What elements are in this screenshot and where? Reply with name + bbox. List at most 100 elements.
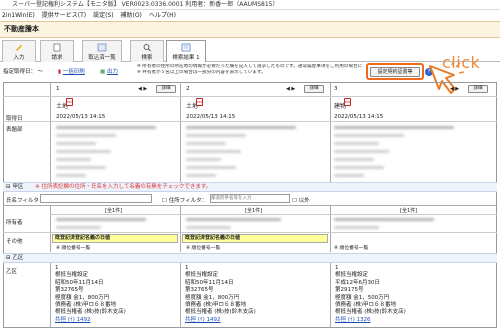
exclude-option[interactable]: ☐ 以外 [292,196,310,204]
tab-search[interactable]: 検索 [130,40,164,62]
acquired-date: 2022/05/13 14:15 [56,114,106,120]
tab-label: 検索 [141,55,153,61]
divider [50,214,497,215]
name-filter-input[interactable] [40,194,152,203]
print-icon: ▮ [58,69,62,75]
page-title: 不動産謄本 [0,21,500,38]
redacted-block [56,218,171,229]
tab-label: 取込済一覧 [88,55,116,61]
joint-collateral-link[interactable]: 共担 (ｲ) 1492 [185,317,256,324]
list-icon [97,43,107,52]
menu-item-assist[interactable]: 補助(O) [120,12,141,19]
detail-button[interactable]: 詳細 [156,85,176,93]
registration-row: 既登記済登記名義の日値 [52,234,178,243]
menu-item-help[interactable]: ヘルプ(H) [149,12,176,19]
bulk-print-link[interactable]: ▮ 一括印刷 [58,67,85,75]
date-filter: 指定取得日： 〜 [3,67,43,75]
toolbar-notes: ※ 所有者の住所の所在地の情報が必要だった欄を記入して請求したものです。通常履歴… [137,64,362,76]
tab-imported-list[interactable]: 取込済一覧 [82,40,122,62]
name-filter-label: 氏名フィルタ： [6,198,45,204]
detail-button[interactable]: 詳細 [304,85,324,93]
collapse-icon: ⊟ [6,255,11,261]
nav-arrows[interactable]: ◀ ▶ [450,86,459,92]
tab-request[interactable]: 請求 [40,40,74,62]
divider [3,96,497,97]
joint-collateral-link[interactable]: 共担 (ｲ) 1492 [55,317,126,324]
tab-search-results[interactable]: 検索結果 1 [166,40,206,62]
column-number: 1 [56,86,60,92]
nav-arrows[interactable]: ◀ ▶ [138,86,147,92]
exclude-checkbox[interactable]: ☐ [292,198,297,204]
divider [180,82,181,182]
date-label: 指定取得日： [3,69,37,75]
divider [50,82,51,182]
tab-strip [0,38,500,62]
nav-arrows[interactable]: ◀ ▶ [286,86,295,92]
tab-label: 入力 [13,55,25,61]
tab-label: 検索結果 1 [172,55,200,61]
redacted-block [186,126,316,177]
pdf-icon[interactable]: PDF [344,98,351,106]
registration-row: 既登記済登記名義の日値 [182,234,328,243]
pdf-icon[interactable]: PDF [196,98,203,106]
menu-item-services[interactable]: 提供サービス(T) [42,12,86,19]
address-filter-label: ☐ 住所フィルタ： [162,198,208,204]
filter-check[interactable]: ☐ [162,198,167,204]
divider [50,205,51,252]
redacted-block [186,218,316,229]
excel-icon: ▦ [100,69,106,75]
mortgage-entry: 1 根抵当権設定 平成12年6月30日 第29175号 極度額 金1，500万円… [335,265,406,324]
detail-button[interactable]: 詳細 [468,85,488,93]
menu-item-2in1win[interactable]: 2in1Win(E) [2,12,35,19]
export-link[interactable]: ▦ 出力 [100,67,118,75]
kouku-note: ※ 住所表記欄の住所・氏名を入力して名義の有無をチェックできます。 [35,184,212,190]
section-otsuku[interactable]: ⊟ 乙区 [3,253,497,263]
divider [330,205,331,252]
pdf-icon[interactable]: PDF [66,98,73,106]
acquired-date: 2022/05/13 14:15 [334,114,384,120]
collapse-icon: ⊟ [6,184,11,190]
share-count: [全1件] [400,208,418,214]
tab-input[interactable]: 入力 [2,40,36,62]
menu-item-settings[interactable]: 設定(S) [93,12,114,19]
otsu-label: 乙区 [6,269,18,275]
divider [180,263,181,328]
divider [330,263,331,328]
joint-collateral-link[interactable]: 共担 (ｲ) 1326 [335,317,406,324]
rank-list[interactable]: ※ 順位番号一覧 [186,244,220,251]
share-count: [全1件] [105,208,123,214]
divider [3,232,497,233]
rank-list[interactable]: ※ 順位番号一覧 [334,244,368,251]
menu-bar: 2in1Win(E) 提供サービス(T) 設定(S) 補助(O) ヘルプ(H) [0,10,500,21]
header-section-label: 表題部 [6,127,23,133]
divider [3,121,497,122]
search-icon [143,44,151,52]
redacted-block [334,218,484,229]
owner-label: 所有者 [6,220,23,226]
date-separator: 〜 [37,69,44,75]
rank-list[interactable]: ※ 順位番号一覧 [56,244,90,251]
acquired-date: 2022/05/13 14:15 [186,114,236,120]
divider [330,82,331,182]
note-line: ※ 共有者が５名以上の場合は一部分の内容を表示しています。 [137,70,266,75]
address-filter-input[interactable] [210,194,290,203]
mortgage-entry: 1 根抵当権設定 昭和50年11月14日 第32765号 極度額 金1，800万… [185,265,256,324]
highlight-box [366,63,424,80]
divider [180,205,181,252]
results-icon [181,43,191,52]
mortgage-entry: 1 根抵当権設定 昭和50年11月14日 第32765号 極度額 金1，800万… [55,265,126,324]
tab-label: 請求 [51,55,63,61]
share-count: [全1件] [245,208,263,214]
document-icon [53,43,61,52]
divider [50,263,51,328]
other-label: その他 [6,239,23,245]
divider [3,205,497,206]
pencil-icon [16,45,22,51]
section-label: 乙区 [12,255,24,261]
section-kouku[interactable]: ⊟ 甲区 ※ 住所表記欄の住所・氏名を入力して名義の有無をチェックできます。 [3,182,497,192]
section-label: 甲区 [12,184,24,190]
window-title: スーパー登記権利システム【モニタ版】 VER0023.0336.0001 利用者… [0,0,500,10]
column-number: 3 [334,86,338,92]
column-number: 2 [186,86,190,92]
redacted-block [334,126,484,177]
